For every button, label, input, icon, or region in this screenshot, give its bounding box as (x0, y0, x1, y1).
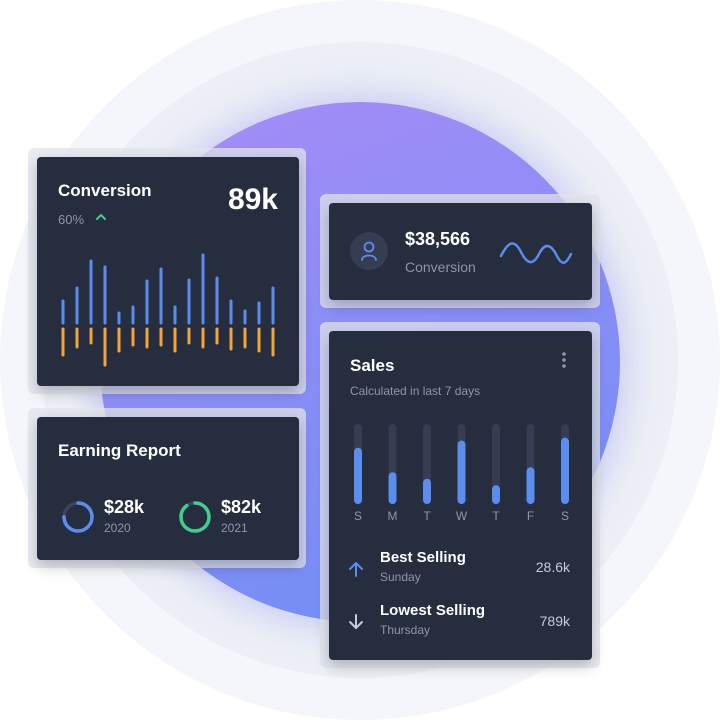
earning-ring-progress (179, 501, 211, 533)
arrow-down-icon (349, 614, 363, 629)
sales-day-label: S (353, 509, 362, 523)
earning-2020-ring-icon (62, 501, 94, 533)
lowest-selling-label: Lowest Selling (380, 602, 486, 619)
user-avatar (350, 232, 388, 270)
earning-report-card: Earning Report $28k 2020 $82k 2021 (37, 417, 299, 560)
conversion-bar-chart (61, 253, 275, 367)
stat-amount: $38,566 (405, 229, 471, 249)
conversion-card: Conversion 89k 60% (37, 157, 299, 386)
earning-report-title: Earning Report (58, 441, 181, 460)
sales-day-label: W (455, 509, 468, 523)
arrow-up-icon (349, 562, 363, 577)
wave-sparkline (499, 242, 573, 264)
stat-label: Conversion (405, 259, 476, 275)
sales-day-label: M (387, 509, 398, 523)
earning-2021-amount: $82k (221, 497, 262, 517)
lowest-selling-day: Thursday (380, 623, 431, 637)
best-selling-value: 28.6k (535, 559, 570, 575)
user-icon (361, 241, 377, 261)
earning-2020-amount: $28k (104, 497, 145, 517)
earning-2021-year: 2021 (221, 521, 248, 535)
sales-card: Sales Calculated in last 7 days SMTWTFS … (329, 331, 592, 660)
lowest-selling-value: 789k (539, 613, 570, 629)
earning-2020-year: 2020 (104, 521, 131, 535)
sales-day-label: T (423, 509, 431, 523)
conversion-stat-card: $38,566 Conversion (329, 203, 592, 300)
sales-day-label: T (492, 509, 500, 523)
sales-day-label: F (526, 509, 535, 523)
earning-2021-ring-icon (179, 501, 211, 533)
sales-day-label: S (560, 509, 569, 523)
sales-bar-chart (354, 424, 569, 504)
best-selling-label: Best Selling (380, 549, 466, 566)
best-selling-day: Sunday (380, 570, 421, 584)
